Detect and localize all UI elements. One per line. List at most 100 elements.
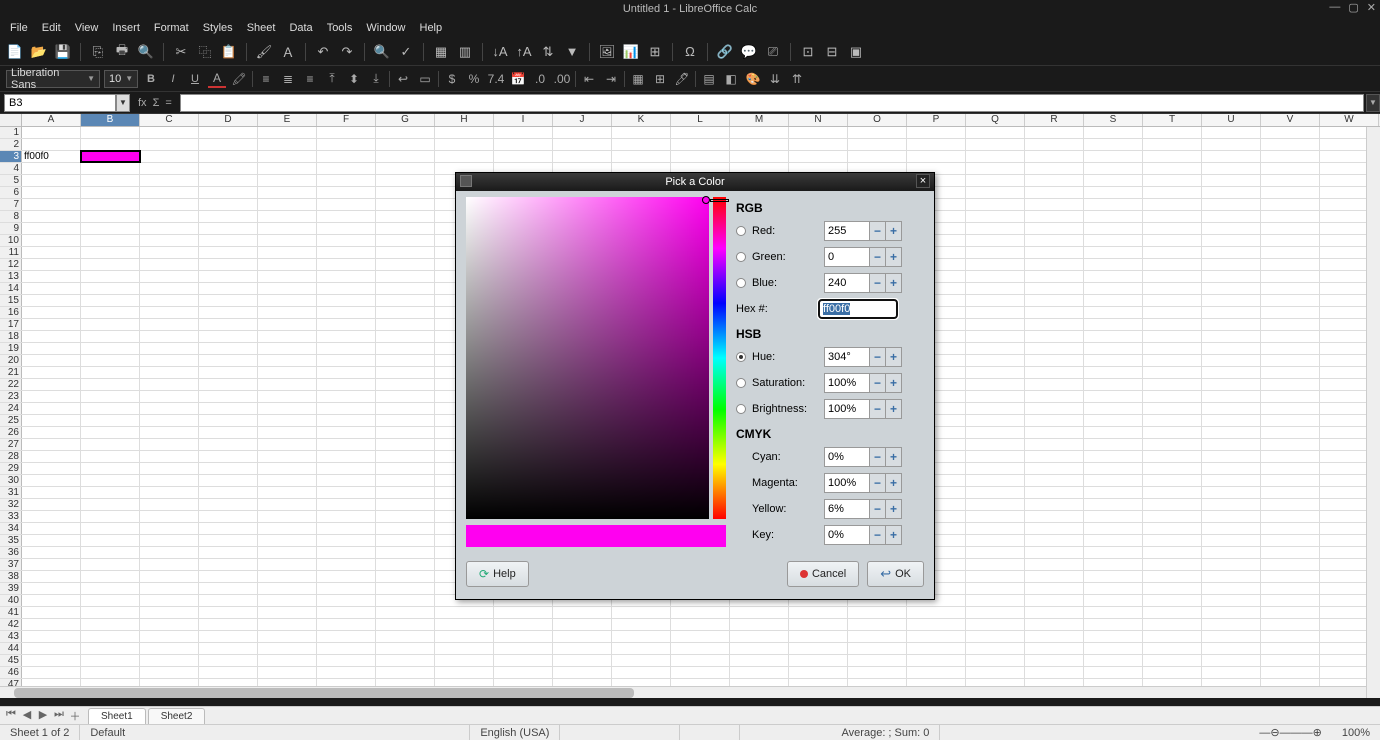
cell-E2[interactable] bbox=[258, 139, 317, 150]
cell-R5[interactable] bbox=[1025, 175, 1084, 186]
col-header-F[interactable]: F bbox=[317, 114, 376, 126]
merge-icon[interactable]: ▭ bbox=[416, 70, 434, 88]
row-header-7[interactable]: 7 bbox=[0, 199, 22, 210]
cell-B15[interactable] bbox=[81, 295, 140, 306]
cell-Q4[interactable] bbox=[966, 163, 1025, 174]
cell-T17[interactable] bbox=[1143, 319, 1202, 330]
cell-N46[interactable] bbox=[789, 667, 848, 678]
cell-F6[interactable] bbox=[317, 187, 376, 198]
cell-E30[interactable] bbox=[258, 475, 317, 486]
cell-E17[interactable] bbox=[258, 319, 317, 330]
row-header-27[interactable]: 27 bbox=[0, 439, 22, 450]
cell-V31[interactable] bbox=[1261, 487, 1320, 498]
cell-D40[interactable] bbox=[199, 595, 258, 606]
align-left-icon[interactable]: ≡ bbox=[257, 70, 275, 88]
cell-B25[interactable] bbox=[81, 415, 140, 426]
currency-icon[interactable]: $ bbox=[443, 70, 461, 88]
cell-V23[interactable] bbox=[1261, 391, 1320, 402]
cell-V22[interactable] bbox=[1261, 379, 1320, 390]
number-icon[interactable]: 7.4 bbox=[487, 70, 505, 88]
cell-F17[interactable] bbox=[317, 319, 376, 330]
cell-R36[interactable] bbox=[1025, 547, 1084, 558]
cell-F45[interactable] bbox=[317, 655, 376, 666]
sheet-tab-1[interactable]: Sheet1 bbox=[88, 708, 146, 724]
paste-icon[interactable]: 📋 bbox=[220, 43, 238, 61]
cell-R39[interactable] bbox=[1025, 583, 1084, 594]
fx-icon[interactable]: fx bbox=[138, 97, 147, 109]
cell-G12[interactable] bbox=[376, 259, 435, 270]
cell-S35[interactable] bbox=[1084, 535, 1143, 546]
cell-Q31[interactable] bbox=[966, 487, 1025, 498]
cell-V32[interactable] bbox=[1261, 499, 1320, 510]
cell-V3[interactable] bbox=[1261, 151, 1320, 162]
cell-T12[interactable] bbox=[1143, 259, 1202, 270]
cell-R31[interactable] bbox=[1025, 487, 1084, 498]
cell-D21[interactable] bbox=[199, 367, 258, 378]
col-header-U[interactable]: U bbox=[1202, 114, 1261, 126]
font-name-combo[interactable]: Liberation Sans▼ bbox=[6, 70, 100, 88]
cell-T18[interactable] bbox=[1143, 331, 1202, 342]
comment-icon[interactable]: 💬 bbox=[740, 43, 758, 61]
row-header-17[interactable]: 17 bbox=[0, 319, 22, 330]
header-icon[interactable]: ⎚ bbox=[764, 43, 782, 61]
cut-icon[interactable]: ✂ bbox=[172, 43, 190, 61]
sum-icon[interactable]: Σ bbox=[153, 97, 160, 109]
cell-B13[interactable] bbox=[81, 271, 140, 282]
cell-R43[interactable] bbox=[1025, 631, 1084, 642]
cell-A26[interactable] bbox=[22, 427, 81, 438]
zoom-slider[interactable]: —⊖———⊕ bbox=[1249, 725, 1331, 740]
cell-C27[interactable] bbox=[140, 439, 199, 450]
cell-A39[interactable] bbox=[22, 583, 81, 594]
cell-Q27[interactable] bbox=[966, 439, 1025, 450]
cell-T40[interactable] bbox=[1143, 595, 1202, 606]
cell-B10[interactable] bbox=[81, 235, 140, 246]
cell-D32[interactable] bbox=[199, 499, 258, 510]
cell-A38[interactable] bbox=[22, 571, 81, 582]
cell-K1[interactable] bbox=[612, 127, 671, 138]
cell-V26[interactable] bbox=[1261, 427, 1320, 438]
cell-N43[interactable] bbox=[789, 631, 848, 642]
cell-F39[interactable] bbox=[317, 583, 376, 594]
cell-A17[interactable] bbox=[22, 319, 81, 330]
cell-F44[interactable] bbox=[317, 643, 376, 654]
cell-H45[interactable] bbox=[435, 655, 494, 666]
cell-E31[interactable] bbox=[258, 487, 317, 498]
spin-minus-icon[interactable]: − bbox=[870, 447, 886, 467]
col-header-B[interactable]: B bbox=[81, 114, 140, 126]
cell-M46[interactable] bbox=[730, 667, 789, 678]
cell-S2[interactable] bbox=[1084, 139, 1143, 150]
sv-cursor-icon[interactable] bbox=[702, 196, 710, 204]
cell-R28[interactable] bbox=[1025, 451, 1084, 462]
col-header-T[interactable]: T bbox=[1143, 114, 1202, 126]
cell-C29[interactable] bbox=[140, 463, 199, 474]
cell-V11[interactable] bbox=[1261, 247, 1320, 258]
cell-E34[interactable] bbox=[258, 523, 317, 534]
cell-O41[interactable] bbox=[848, 607, 907, 618]
cell-F42[interactable] bbox=[317, 619, 376, 630]
row-header-31[interactable]: 31 bbox=[0, 487, 22, 498]
open-icon[interactable]: 📂 bbox=[30, 43, 48, 61]
cell-G37[interactable] bbox=[376, 559, 435, 570]
cell-S20[interactable] bbox=[1084, 355, 1143, 366]
row-header-9[interactable]: 9 bbox=[0, 223, 22, 234]
cell-A1[interactable] bbox=[22, 127, 81, 138]
name-box-dropdown-icon[interactable]: ▼ bbox=[116, 94, 130, 112]
cell-D46[interactable] bbox=[199, 667, 258, 678]
cell-B20[interactable] bbox=[81, 355, 140, 366]
cell-S41[interactable] bbox=[1084, 607, 1143, 618]
cell-O2[interactable] bbox=[848, 139, 907, 150]
cell-T1[interactable] bbox=[1143, 127, 1202, 138]
row-header-11[interactable]: 11 bbox=[0, 247, 22, 258]
cell-Q26[interactable] bbox=[966, 427, 1025, 438]
cell-T5[interactable] bbox=[1143, 175, 1202, 186]
cell-G43[interactable] bbox=[376, 631, 435, 642]
spin-minus-icon[interactable]: − bbox=[870, 473, 886, 493]
image-icon[interactable]: 🖼 bbox=[598, 43, 616, 61]
select-all-corner[interactable] bbox=[0, 114, 22, 126]
cell-D29[interactable] bbox=[199, 463, 258, 474]
cell-T35[interactable] bbox=[1143, 535, 1202, 546]
cell-S19[interactable] bbox=[1084, 343, 1143, 354]
cell-D10[interactable] bbox=[199, 235, 258, 246]
cell-F15[interactable] bbox=[317, 295, 376, 306]
cell-C11[interactable] bbox=[140, 247, 199, 258]
